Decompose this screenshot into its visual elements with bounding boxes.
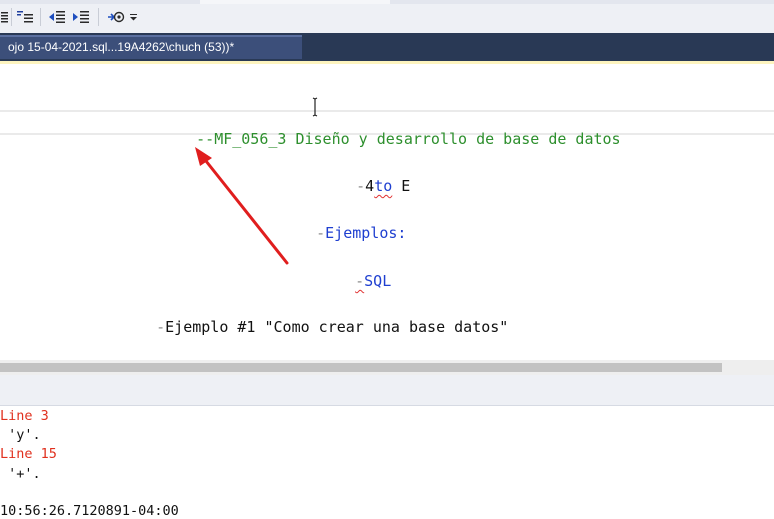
- keyword-to: to: [374, 177, 393, 195]
- code-line-4to: -4to E: [320, 159, 410, 213]
- toolbar-top-strip: [0, 0, 774, 4]
- message-line-partial: 10:56:26.7120891-04:00: [0, 503, 179, 519]
- comment-prefix: --: [196, 130, 215, 148]
- message-line: Line 15: [0, 446, 57, 462]
- message-line: 'y'.: [0, 427, 41, 443]
- code-line-ejemplos: -Ejemplos:: [280, 206, 406, 260]
- editor-toolbar: [0, 0, 774, 34]
- toolbar-separator: [98, 8, 99, 26]
- sql-editor[interactable]: --MF_056_3 Diseño y desarrollo de base d…: [0, 64, 774, 360]
- scrollbar-thumb[interactable]: [0, 363, 722, 372]
- code-line-ejemplo-1: -Ejemplo #1 "Como crear una base datos": [120, 300, 508, 354]
- ibeam-cursor-icon: [311, 97, 321, 117]
- dropdown-chevron-icon[interactable]: [128, 7, 140, 27]
- align-icon[interactable]: [0, 7, 10, 27]
- line-dash: -: [355, 272, 365, 290]
- line-dash: -: [316, 224, 326, 242]
- message-line: Line 3: [0, 408, 49, 424]
- comment-lines-icon[interactable]: [14, 7, 36, 27]
- document-tab-bar: ojo 15-04-2021.sql...19A4262\chuch (53))…: [0, 33, 774, 61]
- increase-indent-icon[interactable]: [70, 7, 92, 27]
- document-tab[interactable]: ojo 15-04-2021.sql...19A4262\chuch (53))…: [0, 35, 302, 59]
- line-dash: -: [156, 318, 166, 336]
- comment-title-text: MF_056_3 Diseño y desarrollo de base de …: [214, 130, 621, 148]
- message-line: '+'.: [0, 466, 41, 482]
- ejemplos-text: Ejemplos:: [325, 224, 407, 242]
- sql-text: SQL: [364, 272, 392, 290]
- code-line-title: --MF_056_3 Diseño y desarrollo de base d…: [160, 112, 621, 166]
- editor-horizontal-scrollbar[interactable]: [0, 360, 774, 375]
- line-dash: -: [356, 177, 366, 195]
- toolbar-separator: [11, 8, 12, 26]
- specify-template-icon[interactable]: [104, 7, 128, 27]
- messages-pane: Line 3 'y'. Line 15 '+'. 10:56:26.712089…: [0, 406, 774, 519]
- decrease-indent-icon[interactable]: [46, 7, 68, 27]
- ejemplo-1-text: Ejemplo #1 "Como crear una base datos": [165, 318, 509, 336]
- line-rest-text: E: [392, 177, 411, 195]
- line-number-text: 4: [365, 177, 375, 195]
- toolbar-separator: [40, 8, 41, 26]
- toolbar-top-highlight: [200, 0, 390, 4]
- results-splitter[interactable]: [0, 375, 774, 406]
- document-tab-label: ojo 15-04-2021.sql...19A4262\chuch (53))…: [8, 40, 235, 54]
